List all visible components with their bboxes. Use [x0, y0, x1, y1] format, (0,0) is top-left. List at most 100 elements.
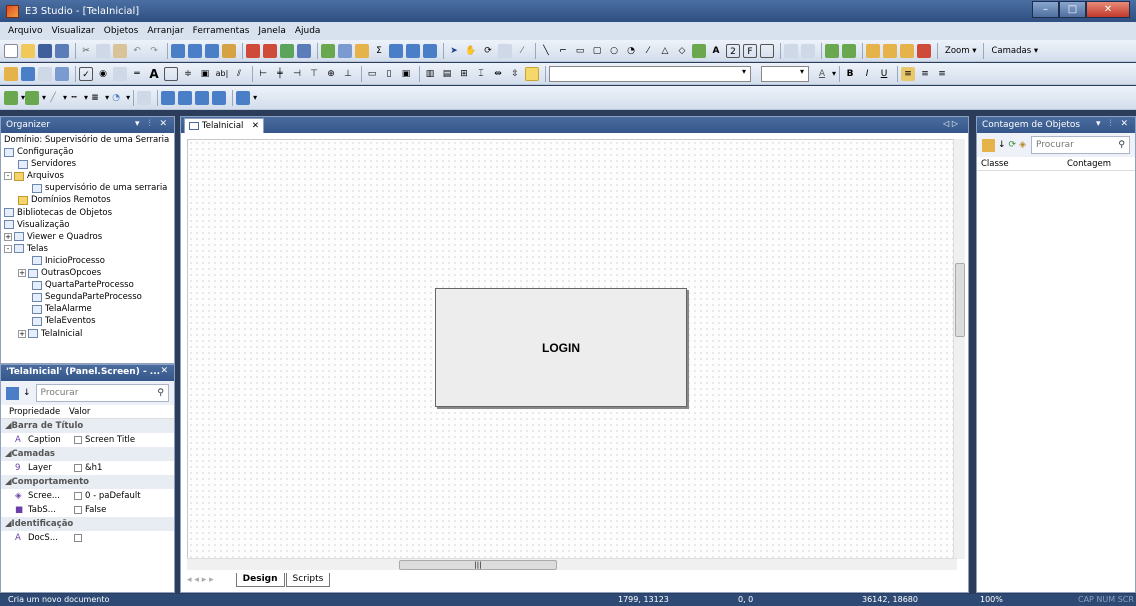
- tree-item[interactable]: + OutrasOpcoes: [4, 267, 171, 279]
- property-row[interactable]: ■ TabS... False: [1, 503, 174, 517]
- shadow-icon[interactable]: ◔: [109, 91, 123, 105]
- send-back-icon[interactable]: [178, 90, 193, 105]
- tree-item[interactable]: TelaAlarme: [4, 303, 171, 315]
- panel-controls[interactable]: ▾ ⫶ ✕: [135, 119, 170, 129]
- checkbox-icon[interactable]: [74, 464, 82, 472]
- combo-icon[interactable]: ▣: [198, 67, 212, 81]
- close-icon[interactable]: ✕: [160, 366, 168, 376]
- checkbox-icon[interactable]: [74, 534, 82, 542]
- report-icon[interactable]: [389, 43, 403, 58]
- label-icon[interactable]: A: [147, 67, 161, 81]
- categorized-icon[interactable]: [6, 386, 19, 400]
- debug-icon[interactable]: [297, 43, 311, 58]
- pie-icon[interactable]: ◔: [624, 44, 638, 58]
- text-align-center-icon[interactable]: ≡: [918, 67, 932, 81]
- chart-control-icon[interactable]: [38, 66, 52, 81]
- maximize-button[interactable]: □: [1059, 1, 1086, 18]
- cut-icon[interactable]: ✂: [79, 44, 93, 58]
- filter-icon[interactable]: ◈: [1019, 140, 1026, 150]
- expand-icon[interactable]: +: [18, 269, 26, 278]
- objects-icon[interactable]: [321, 43, 335, 58]
- setpoint-icon[interactable]: F: [743, 43, 757, 58]
- menu-objetos[interactable]: Objetos: [104, 26, 139, 36]
- space-v-icon[interactable]: ▤: [440, 67, 454, 81]
- panel-controls[interactable]: ▾ ⫶ ✕: [1096, 119, 1131, 129]
- bar-icon[interactable]: [760, 43, 774, 58]
- layers-dropdown[interactable]: Camadas ▾: [991, 46, 1038, 56]
- dash-icon[interactable]: ┅: [67, 91, 81, 105]
- radio-icon[interactable]: ◉: [96, 67, 110, 81]
- table-icon[interactable]: [406, 43, 420, 58]
- vertical-scrollbar[interactable]: [953, 139, 965, 559]
- grid-icon[interactable]: [164, 66, 178, 81]
- display-icon[interactable]: 2: [726, 43, 740, 58]
- close-tab-icon[interactable]: ✕: [252, 121, 259, 131]
- fill-color-icon[interactable]: [4, 90, 18, 105]
- database-icon[interactable]: [355, 43, 369, 58]
- curve-icon[interactable]: ◇: [675, 44, 689, 58]
- menu-arranjar[interactable]: Arranjar: [147, 26, 183, 36]
- close-button[interactable]: ✕: [1086, 1, 1130, 18]
- properties-search-input[interactable]: Procurar ⚲: [35, 384, 169, 402]
- text-align-left-icon[interactable]: ≡: [901, 66, 916, 81]
- run-icon[interactable]: [263, 43, 277, 58]
- panel-control-icon[interactable]: [21, 66, 35, 81]
- flip-v-icon[interactable]: ⇳: [508, 67, 522, 81]
- front-icon[interactable]: [825, 43, 839, 58]
- tree-item[interactable]: - Arquivos: [4, 170, 171, 182]
- layer-order-icon[interactable]: [917, 43, 931, 58]
- property-value[interactable]: False: [85, 505, 106, 515]
- space-h-icon[interactable]: ▥: [423, 67, 437, 81]
- property-category[interactable]: ◢ Comportamento: [1, 475, 174, 489]
- expand-icon[interactable]: +: [4, 232, 12, 241]
- menu-ajuda[interactable]: Ajuda: [295, 26, 321, 36]
- menu-ferramentas[interactable]: Ferramentas: [193, 26, 250, 36]
- menu-visualizar[interactable]: Visualizar: [51, 26, 94, 36]
- checkbox-icon[interactable]: [74, 492, 82, 500]
- property-category[interactable]: ◢ Camadas: [1, 447, 174, 461]
- line-color-icon[interactable]: [25, 90, 40, 105]
- flip-h-icon[interactable]: ⇹: [491, 67, 505, 81]
- same-width-icon[interactable]: ▭: [365, 67, 379, 81]
- rounded-rect-icon[interactable]: ▢: [590, 44, 604, 58]
- tree-item[interactable]: QuartaParteProcesso: [4, 279, 171, 291]
- library-icon[interactable]: [222, 43, 236, 58]
- underline-icon[interactable]: U: [877, 67, 891, 81]
- menu-arquivo[interactable]: Arquivo: [8, 26, 42, 36]
- tree-item[interactable]: InicioProcesso: [4, 255, 171, 267]
- design-canvas[interactable]: LOGIN: [187, 139, 957, 559]
- save-all-icon[interactable]: [55, 43, 69, 58]
- undo-icon[interactable]: ↶: [130, 44, 144, 58]
- text-align-right-icon[interactable]: ≡: [935, 67, 949, 81]
- center-h-icon[interactable]: ⊞: [457, 67, 471, 81]
- tree-item[interactable]: - Telas: [4, 243, 171, 255]
- alarm-control-icon[interactable]: [55, 66, 69, 81]
- group-icon[interactable]: [784, 43, 798, 58]
- tree-item[interactable]: Servidores: [4, 158, 171, 170]
- tree-item[interactable]: Configuração: [4, 146, 171, 158]
- tree-item[interactable]: Domínio: Supervisório de uma Serraria: [4, 134, 171, 146]
- align-left-icon[interactable]: ⊢: [256, 67, 270, 81]
- layer-icon[interactable]: [236, 90, 251, 105]
- query-icon[interactable]: [423, 43, 437, 58]
- horizontal-scrollbar[interactable]: |||: [187, 558, 957, 570]
- align-bottom-icon[interactable]: ⊥: [341, 67, 355, 81]
- center-v-icon[interactable]: ⌶: [474, 67, 488, 81]
- tree-item[interactable]: Visualização: [4, 219, 171, 231]
- align-icon[interactable]: [498, 43, 512, 58]
- back-icon[interactable]: [842, 43, 856, 58]
- tree-item[interactable]: + TelaInicial: [4, 328, 171, 340]
- tree-item[interactable]: SegundaParteProcesso: [4, 291, 171, 303]
- collapse-icon[interactable]: -: [4, 172, 12, 181]
- order-icon[interactable]: [900, 43, 914, 58]
- button-control-icon[interactable]: [4, 66, 18, 81]
- ungroup-icon[interactable]: [801, 43, 815, 58]
- font-size-dropdown[interactable]: ▾: [761, 65, 809, 82]
- categorized-icon[interactable]: [982, 138, 995, 152]
- copy-icon[interactable]: [96, 43, 110, 58]
- viewer-icon[interactable]: [188, 43, 202, 58]
- screen-icon[interactable]: [171, 43, 185, 58]
- font-name-dropdown[interactable]: ▾: [549, 65, 751, 82]
- refresh-icon[interactable]: ⟳: [1009, 140, 1017, 150]
- polyline-icon[interactable]: ⌐: [556, 44, 570, 58]
